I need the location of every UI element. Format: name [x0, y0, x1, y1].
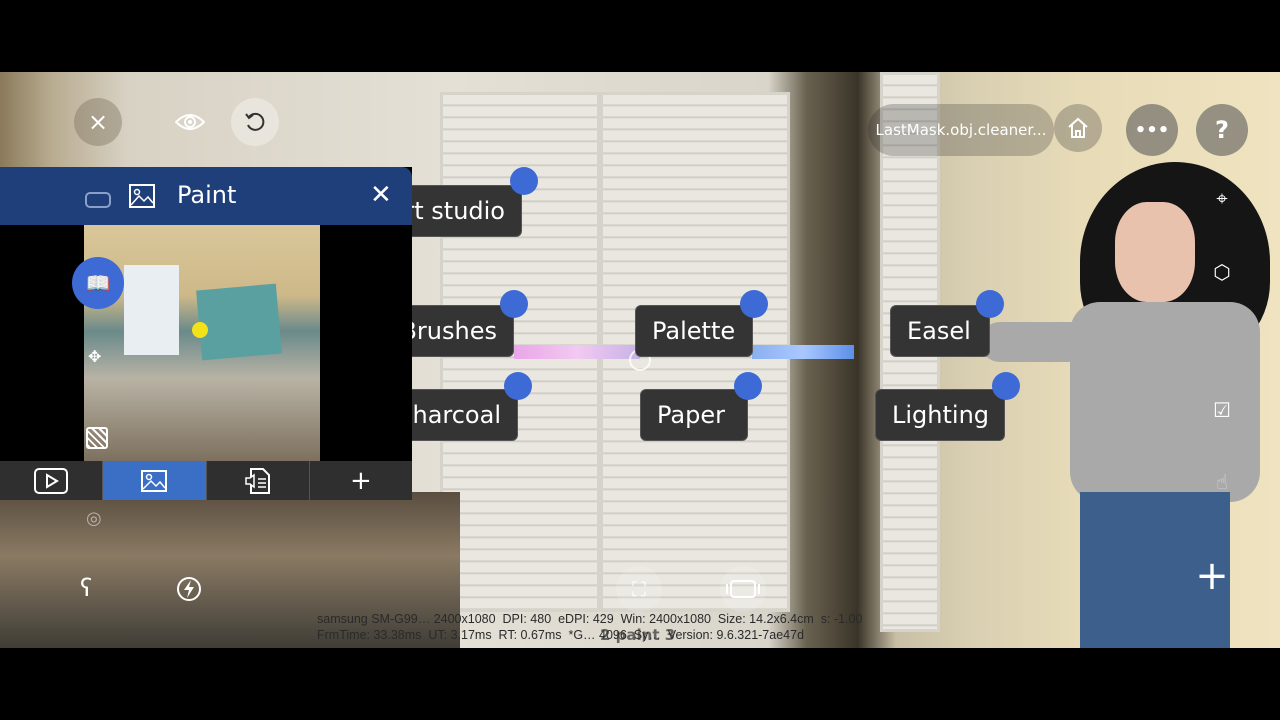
debug-overlay-text: 2 paint 3 — [600, 626, 676, 644]
label-anchor-dot[interactable] — [734, 372, 762, 400]
connection-beam-pink — [514, 345, 640, 359]
undo-button[interactable] — [231, 98, 279, 146]
panel-close-button[interactable]: ✕ — [370, 180, 392, 210]
panel-tab-bar: + — [0, 461, 412, 500]
tab-video[interactable] — [0, 461, 104, 500]
home-button[interactable] — [1054, 104, 1102, 152]
voice-assistant-icon[interactable]: ʕ — [80, 574, 92, 602]
move-arrows-icon[interactable]: ✥ — [88, 347, 101, 366]
lightning-icon — [177, 577, 201, 601]
more-options-button[interactable]: ••• — [1126, 104, 1178, 156]
painting-studio-photo — [84, 225, 320, 461]
audio-document-icon — [244, 467, 270, 494]
layers-icon[interactable] — [86, 427, 108, 449]
label-anchor-dot[interactable] — [510, 167, 538, 195]
debug-info-line1: samsung SM-G99… 2400x1080 DPI: 480 eDPI:… — [317, 612, 863, 626]
debug-info-line2: FrmTime: 33.38ms UT: 3.17ms RT: 0.67ms *… — [317, 628, 805, 642]
eye-icon — [175, 114, 205, 130]
avatar-character — [980, 162, 1280, 648]
screen-capture-button[interactable] — [720, 566, 766, 612]
image-icon — [141, 469, 168, 492]
connection-beam-blue — [752, 345, 854, 359]
image-icon — [129, 184, 155, 208]
tab-add[interactable]: + — [310, 461, 412, 500]
label-anchor-dot[interactable] — [500, 290, 528, 318]
location-lock-icon[interactable]: ⌖ — [1202, 178, 1242, 218]
home-icon — [1068, 117, 1088, 138]
eye-visibility-button[interactable] — [166, 98, 214, 146]
panel-title: Paint — [177, 181, 237, 209]
yellow-marker — [192, 322, 208, 338]
panel-header[interactable]: Paint ✕ — [0, 167, 412, 225]
hand-pointer-icon[interactable]: ☝ — [1202, 462, 1242, 502]
play-icon — [34, 467, 69, 494]
label-palette[interactable]: Palette — [635, 305, 753, 357]
label-paper[interactable]: Paper — [640, 389, 748, 441]
label-anchor-dot[interactable] — [976, 290, 1004, 318]
tab-image[interactable] — [103, 461, 207, 500]
fullscreen-button[interactable]: ⛶ — [616, 566, 662, 612]
add-object-button[interactable]: + — [1192, 553, 1232, 599]
close-ar-button[interactable]: × — [74, 98, 122, 146]
paint-panel: Paint ✕ 📖 ✥ + — [0, 167, 412, 500]
label-anchor-dot[interactable] — [992, 372, 1020, 400]
help-button[interactable]: ? — [1196, 104, 1248, 156]
3d-cube-icon[interactable]: ⬡ — [1202, 252, 1242, 292]
undo-icon — [245, 112, 265, 131]
caption-icon[interactable] — [85, 192, 111, 208]
flash-button[interactable] — [166, 566, 212, 612]
label-easel[interactable]: Easel — [890, 305, 990, 357]
label-lighting[interactable]: Lighting — [875, 389, 1005, 441]
label-anchor-dot[interactable] — [740, 290, 768, 318]
lightbulb-book-icon: 📖 — [85, 271, 111, 295]
label-anchor-dot[interactable] — [504, 372, 532, 400]
scan-icon[interactable]: ◎ — [86, 508, 102, 529]
screen-icon — [726, 580, 760, 598]
tab-audio-document[interactable] — [207, 461, 310, 500]
file-name-label: LastMask.obj.cleaner... — [868, 104, 1054, 156]
knowledge-book-button[interactable]: 📖 — [72, 257, 124, 309]
checklist-icon[interactable]: ☑ — [1202, 390, 1242, 430]
